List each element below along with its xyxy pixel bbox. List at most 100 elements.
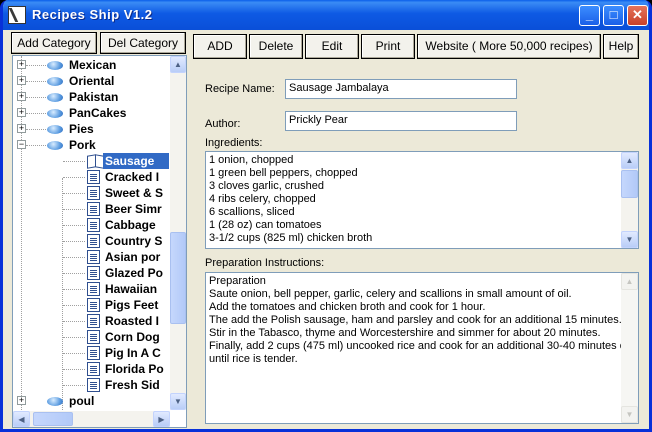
tree-vertical-scrollbar[interactable]: ▲ ▼ [170,56,186,410]
recipe-label: Cracked I [105,170,160,184]
scroll-up-arrow-icon[interactable]: ▲ [621,273,638,290]
del-category-button[interactable]: Del Category [100,32,186,54]
text-line: Add the tomatoes and chicken broth and c… [209,301,486,313]
tree-recipe-row[interactable]: Beer Simr [13,201,171,217]
document-icon [87,282,100,296]
recipe-label: Beer Simr [105,202,162,216]
recipe-label: Roasted I [105,314,160,328]
expand-toggle-icon[interactable]: + [17,124,26,133]
tree-recipe-row[interactable]: Asian por [13,249,171,265]
edit-button[interactable]: Edit [305,34,359,59]
text-line: 3-1/2 cups (825 ml) chicken broth [209,232,373,244]
scroll-left-arrow-icon[interactable]: ◀ [13,411,30,427]
ingredients-scrollbar[interactable]: ▲ ▼ [621,152,638,248]
expand-toggle-icon[interactable]: + [17,60,26,69]
tree-horizontal-scrollbar[interactable]: ◀ ▶ [13,411,170,427]
window-title: Recipes Ship V1.2 [32,7,153,22]
client-area: Add Category Del Category + Mexican + Orien… [3,30,649,429]
scroll-up-arrow-icon[interactable]: ▲ [170,56,186,73]
text-line: 3 cloves garlic, crushed [209,180,324,192]
tree-category-row[interactable]: + Mexican [13,57,171,73]
tree-recipe-row[interactable]: Florida Po [13,361,171,377]
tree-recipe-row[interactable]: Roasted I [13,313,171,329]
scroll-down-arrow-icon[interactable]: ▼ [170,393,186,410]
instructions-textarea[interactable]: Preparation Saute onion, bell pepper, gar… [205,272,639,424]
ingredients-label: Ingredients: [205,137,263,149]
scroll-down-arrow-icon[interactable]: ▼ [621,231,638,248]
document-icon [87,378,100,392]
tree-recipe-row[interactable]: Pigs Feet [13,297,171,313]
recipe-label: Sweet & S [105,186,164,200]
tree-recipe-row[interactable]: Cracked I [13,169,171,185]
tree-recipe-row[interactable]: Sweet & S [13,185,171,201]
tree-recipe-row[interactable]: Country S [13,233,171,249]
text-line: 1 onion, chopped [209,154,294,166]
recipe-label: Pigs Feet [105,298,159,312]
folder-icon [47,123,63,135]
open-book-icon [87,154,103,167]
recipe-name-field[interactable]: Sausage Jambalaya [285,79,517,99]
recipe-tree[interactable]: + Mexican + Oriental + Pakistan + PanCakes + Pies… [12,55,187,428]
recipe-label: Asian por [105,250,161,264]
tree-category-row[interactable]: + Pies [13,121,171,137]
document-icon [87,266,100,280]
document-icon [87,330,100,344]
instructions-label: Preparation Instructions: [205,257,325,269]
folder-icon [47,107,63,119]
document-icon [87,186,100,200]
recipe-label: Country S [105,234,163,248]
title-bar[interactable]: Recipes Ship V1.2 _ □ ✕ [3,0,649,30]
delete-button[interactable]: Delete [249,34,303,59]
add-category-button[interactable]: Add Category [11,32,97,54]
recipe-panel: ADD Delete Edit Print Website ( More 50,… [193,30,643,429]
tree-recipe-row[interactable]: Sausage [13,153,171,169]
ingredients-textarea[interactable]: 1 onion, chopped 1 green bell peppers, ch… [205,151,639,249]
recipe-label: Sausage [103,153,169,169]
tree-recipe-row[interactable]: Pig In A C [13,345,171,361]
text-line: 1 green bell peppers, chopped [209,167,358,179]
document-icon [87,362,100,376]
tree-category-row[interactable]: + Oriental [13,73,171,89]
close-button[interactable]: ✕ [627,5,648,26]
scroll-right-arrow-icon[interactable]: ▶ [153,411,170,427]
scroll-down-arrow-icon[interactable]: ▼ [621,406,638,423]
print-button[interactable]: Print [361,34,415,59]
author-label: Author: [205,118,241,130]
help-button[interactable]: Help [603,34,639,59]
website-button[interactable]: Website ( More 50,000 recipes) [417,34,601,59]
expand-toggle-icon[interactable]: + [17,396,26,405]
tree-category-row[interactable]: − Pork [13,137,171,153]
maximize-button[interactable]: □ [603,5,624,26]
tree-category-row[interactable]: + Pakistan [13,89,171,105]
document-icon [87,218,100,232]
expand-toggle-icon[interactable]: − [17,140,26,149]
scroll-thumb[interactable] [621,170,638,198]
instructions-scrollbar[interactable]: ▲ ▼ [621,273,638,423]
text-line: until rice is tender. [209,353,298,365]
recipe-label: Pig In A C [105,346,161,360]
expand-toggle-icon[interactable]: + [17,92,26,101]
expand-toggle-icon[interactable]: + [17,108,26,117]
recipe-label: Glazed Po [105,266,164,280]
expand-toggle-icon[interactable]: + [17,76,26,85]
tree-recipe-row[interactable]: Fresh Sid [13,377,171,393]
recipe-label: Corn Dog [105,330,160,344]
tree-category-row[interactable]: + poul [13,393,171,409]
tree-recipe-row[interactable]: Glazed Po [13,265,171,281]
document-icon [87,250,100,264]
app-icon [8,6,26,24]
tree-recipe-row[interactable]: Cabbage [13,217,171,233]
scroll-thumb[interactable] [170,232,186,324]
add-button[interactable]: ADD [193,34,247,59]
author-field[interactable]: Prickly Pear [285,111,517,131]
recipe-name-label: Recipe Name: [205,83,275,95]
scroll-up-arrow-icon[interactable]: ▲ [621,152,638,169]
tree-recipe-row[interactable]: Hawaiian [13,281,171,297]
scroll-thumb[interactable] [33,412,73,426]
app-window: Recipes Ship V1.2 _ □ ✕ Add Category Del… [0,0,652,432]
category-label: Pork [69,138,96,152]
minimize-button[interactable]: _ [579,5,600,26]
tree-category-row[interactable]: + PanCakes [13,105,171,121]
tree-recipe-row[interactable]: Corn Dog [13,329,171,345]
text-line: Saute onion, bell pepper, garlic, celery… [209,288,572,300]
